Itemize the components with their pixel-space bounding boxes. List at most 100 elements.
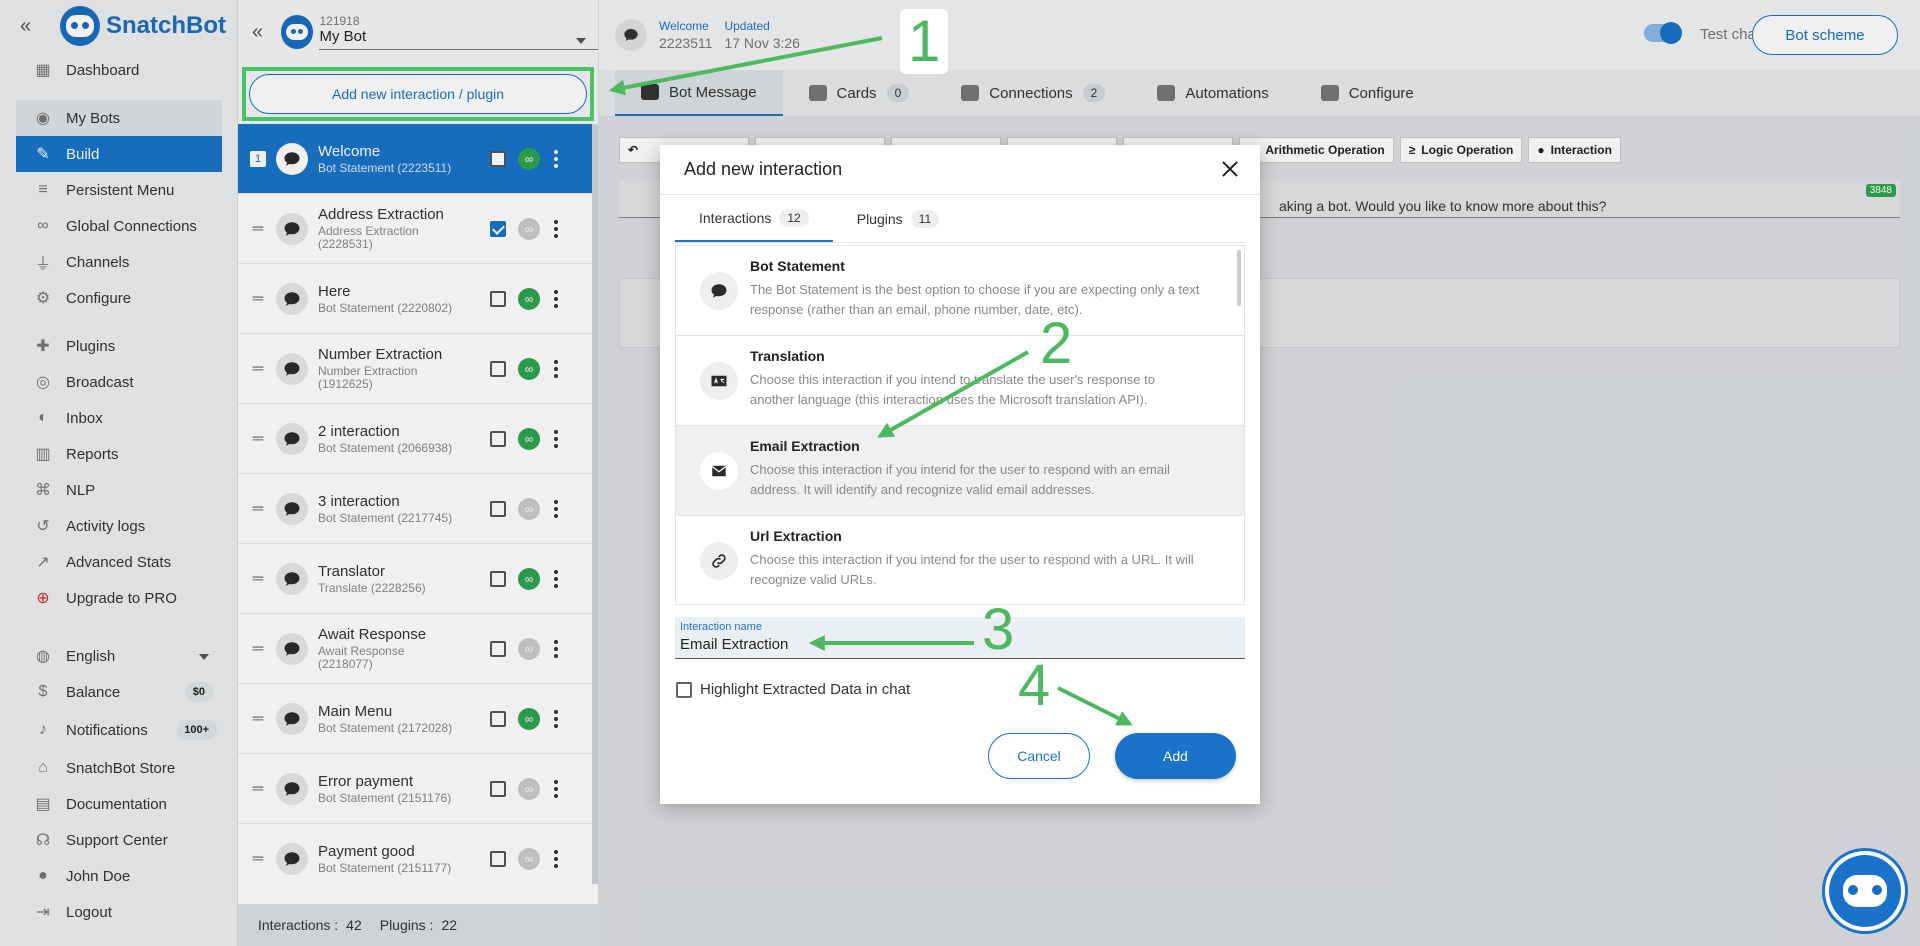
row-checkbox[interactable] <box>490 150 506 167</box>
interaction-row[interactable]: ═ Translator Translate (2228256) ∞ <box>238 544 592 614</box>
cancel-button[interactable]: Cancel <box>988 733 1090 779</box>
drag-handle-icon[interactable]: ═ <box>250 500 266 517</box>
sidebar-item-global-connections[interactable]: ∞ Global Connections <box>0 208 237 244</box>
more-options-icon[interactable] <box>550 639 562 658</box>
row-checkbox[interactable] <box>490 220 506 237</box>
sidebar-item-store[interactable]: ⌂ SnatchBot Store <box>0 750 237 786</box>
interaction-row[interactable]: ═ Error payment Bot Statement (2151176) ∞ <box>238 754 592 824</box>
tab-cards[interactable]: Cards 0 <box>783 70 936 116</box>
chat-icon <box>276 562 308 595</box>
sidebar-item-plugins[interactable]: ✚ Plugins <box>0 328 237 364</box>
tab-connections[interactable]: Connections 2 <box>935 70 1131 116</box>
more-options-icon[interactable] <box>550 499 562 518</box>
interaction-row[interactable]: 1 Welcome Bot Statement (2223511) ∞ <box>238 124 592 194</box>
chat-icon <box>276 772 308 805</box>
row-checkbox[interactable] <box>490 710 506 727</box>
sigma-icon: ≥ <box>1408 143 1416 157</box>
collapse-panel-icon[interactable]: « <box>252 21 281 44</box>
arithmetic-operation-button[interactable]: ▦Arithmetic Operation <box>1239 137 1394 163</box>
add-button[interactable]: Add <box>1115 733 1236 779</box>
more-options-icon[interactable] <box>550 289 562 308</box>
row-checkbox[interactable] <box>490 780 506 797</box>
more-options-icon[interactable] <box>550 849 562 868</box>
more-options-icon[interactable] <box>550 149 562 168</box>
drag-handle-icon[interactable]: ═ <box>250 290 266 307</box>
sidebar-item-user[interactable]: ● John Doe <box>0 858 237 894</box>
bot-scheme-button[interactable]: Bot scheme <box>1752 15 1898 55</box>
sidebar-item-support[interactable]: ☊ Support Center <box>0 822 237 858</box>
list-scrollbar[interactable] <box>1237 250 1241 306</box>
more-options-icon[interactable] <box>550 779 562 798</box>
option-bot-statement[interactable]: Bot Statement The Bot Statement is the b… <box>676 246 1244 336</box>
sidebar-item-logout[interactable]: ⇥ Logout <box>0 894 237 930</box>
sidebar-item-label: Channels <box>66 253 130 271</box>
interaction-name-field[interactable]: Interaction name Email Extraction <box>675 617 1245 659</box>
sidebar-item-nlp[interactable]: ⌘ NLP <box>0 472 237 508</box>
sidebar-item-inbox[interactable]: ◐ Inbox <box>0 400 237 436</box>
interaction-button[interactable]: ● Interaction <box>1528 137 1621 163</box>
tab-automations[interactable]: Automations <box>1131 70 1294 116</box>
sidebar-item-upgrade[interactable]: ⊕ Upgrade to PRO <box>0 580 237 616</box>
test-chat-label: Test chat <box>1699 26 1760 43</box>
option-url-extraction[interactable]: Url Extraction Choose this interaction i… <box>676 516 1244 604</box>
more-options-icon[interactable] <box>550 359 562 378</box>
sidebar-item-dashboard[interactable]: ▦ Dashboard <box>0 52 237 88</box>
sidebar-item-notifications[interactable]: ♪ Notifications 100+ <box>0 710 237 750</box>
row-checkbox[interactable] <box>490 290 506 307</box>
more-options-icon[interactable] <box>550 429 562 448</box>
add-interaction-button[interactable]: Add new interaction / plugin <box>249 74 587 114</box>
sidebar-item-persistent-menu[interactable]: ≡ Persistent Menu <box>0 172 237 208</box>
drag-handle-icon[interactable]: ═ <box>250 570 266 587</box>
row-checkbox[interactable] <box>490 570 506 587</box>
sidebar-item-reports[interactable]: ▥ Reports <box>0 436 237 472</box>
drag-handle-icon[interactable]: ═ <box>250 850 266 867</box>
drag-handle-icon[interactable]: ═ <box>250 360 266 377</box>
interaction-row[interactable]: ═ Number Extraction Number Extraction (191… <box>238 334 592 404</box>
drag-handle-icon[interactable]: ═ <box>250 780 266 797</box>
language-select[interactable]: ◍ English <box>0 638 237 674</box>
interaction-row[interactable]: ═ Payment good Bot Statement (2151177) ∞ <box>238 824 592 884</box>
highlight-extracted-row[interactable]: Highlight Extracted Data in chat <box>676 681 1260 698</box>
interaction-row[interactable]: ═ 3 interaction Bot Statement (2217745) ∞ <box>238 474 592 544</box>
sidebar-item-activity-logs[interactable]: ↺ Activity logs <box>0 508 237 544</box>
row-checkbox[interactable] <box>490 850 506 867</box>
sidebar-item-channels[interactable]: ⏚ Channels <box>0 244 237 280</box>
drag-handle-icon[interactable]: ═ <box>250 640 266 657</box>
close-icon[interactable] <box>1220 159 1240 179</box>
drag-handle-icon[interactable]: ═ <box>250 430 266 447</box>
test-chat-toggle[interactable] <box>1644 22 1682 44</box>
option-translation[interactable]: Translation Choose this interaction if y… <box>676 336 1244 426</box>
tab-configure[interactable]: Configure <box>1295 70 1440 116</box>
interaction-row[interactable]: ═ 2 interaction Bot Statement (2066938) ∞ <box>238 404 592 474</box>
interaction-row[interactable]: ═ Await Response Await Response (2218077) ∞ <box>238 614 592 684</box>
sidebar-item-documentation[interactable]: ▤ Documentation <box>0 786 237 822</box>
drag-handle-icon[interactable]: ═ <box>250 710 266 727</box>
more-options-icon[interactable] <box>550 219 562 238</box>
sidebar-item-advanced-stats[interactable]: ↗ Advanced Stats <box>0 544 237 580</box>
highlight-checkbox[interactable] <box>676 681 692 698</box>
row-checkbox[interactable] <box>490 640 506 657</box>
sidebar-item-my-bots[interactable]: ◉ My Bots <box>16 100 222 136</box>
support-bot-launcher[interactable] <box>1822 848 1908 934</box>
row-checkbox[interactable] <box>490 500 506 517</box>
more-options-icon[interactable] <box>550 709 562 728</box>
row-checkbox[interactable] <box>490 430 506 447</box>
logic-operation-button[interactable]: ≥ Logic Operation <box>1399 137 1523 163</box>
sidebar-header: « SnatchBot <box>0 0 237 52</box>
tab-plugins[interactable]: Plugins 11 <box>833 195 963 242</box>
row-checkbox[interactable] <box>490 360 506 377</box>
option-email-extraction[interactable]: Email Extraction Choose this interaction… <box>676 426 1244 516</box>
drag-handle-icon[interactable]: ═ <box>250 220 266 237</box>
interaction-row[interactable]: ═ Address Extraction Address Extraction (2… <box>238 194 592 264</box>
interaction-row[interactable]: ═ Here Bot Statement (2220802) ∞ <box>238 264 592 334</box>
sidebar-item-configure[interactable]: ⚙ Configure <box>0 280 237 316</box>
sidebar-item-broadcast[interactable]: ◎ Broadcast <box>0 364 237 400</box>
sidebar-item-build[interactable]: ✎ Build <box>16 136 222 172</box>
collapse-sidebar-icon[interactable]: « <box>20 15 46 38</box>
more-options-icon[interactable] <box>550 569 562 588</box>
tab-interactions[interactable]: Interactions 12 <box>675 195 833 242</box>
interaction-row[interactable]: ═ Main Menu Bot Statement (2172028) ∞ <box>238 684 592 754</box>
tab-bot-message[interactable]: Bot Message <box>615 70 783 116</box>
sidebar-item-balance[interactable]: $ Balance $0 <box>0 674 237 710</box>
bot-select[interactable]: 121918 My Bot <box>319 14 598 50</box>
